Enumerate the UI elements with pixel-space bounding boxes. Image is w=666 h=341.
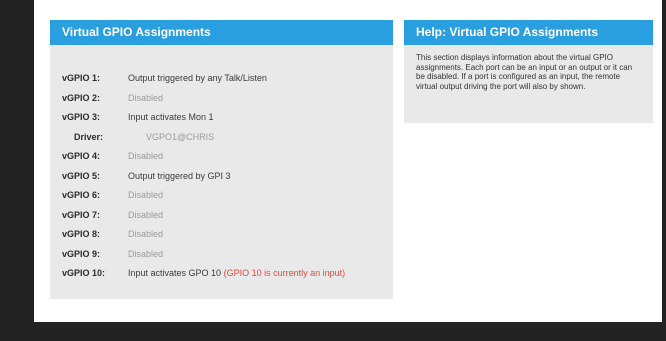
vgpio-row-10: vGPIO 10: Input activates GPO 10 (GPIO 1… (50, 264, 393, 284)
help-panel: Help: Virtual GPIO Assignments This sect… (404, 20, 653, 123)
vgpio-value: Disabled (128, 248, 164, 259)
vgpio-row-2: vGPIO 2: Disabled (50, 89, 393, 109)
vgpio-value-text: Input activates GPO 10 (128, 268, 222, 278)
vgpio-value: Disabled (128, 92, 164, 103)
vgpio-label: vGPIO 3: (62, 112, 101, 122)
vgpio-label: vGPIO 10: (62, 268, 106, 278)
vgpio-assignments-title: Virtual GPIO Assignments (50, 20, 393, 45)
vgpio-row-8: vGPIO 8: Disabled (50, 225, 393, 245)
vgpio-row-7: vGPIO 7: Disabled (50, 206, 393, 226)
vgpio-value: Output triggered by any Talk/Listen (128, 73, 267, 83)
vgpio-label: vGPIO 4: (62, 151, 101, 161)
driver-label: Driver: (74, 131, 104, 142)
vgpio-value: Disabled (128, 151, 164, 161)
vgpio-assignments-panel: Virtual GPIO Assignments vGPIO 1: Output… (50, 20, 393, 299)
driver-value: VGPO1@CHRIS (146, 131, 215, 142)
content-page: Virtual GPIO Assignments vGPIO 1: Output… (34, 0, 662, 322)
vgpio-label: vGPIO 1: (62, 73, 101, 83)
vgpio-value: Disabled (128, 209, 164, 220)
vgpio-row-6: vGPIO 6: Disabled (50, 186, 393, 206)
vgpio-driver-row: Driver: VGPO1@CHRIS (50, 128, 393, 148)
help-text: This section displays information about … (416, 53, 633, 91)
vgpio-label: vGPIO 6: (62, 190, 101, 200)
vgpio-value: Disabled (128, 190, 164, 200)
vgpio-row-3: vGPIO 3: Input activates Mon 1 (50, 108, 393, 128)
gpio-input-warning: (GPIO 10 is currently an input) (223, 268, 346, 278)
vgpio-label: vGPIO 8: (62, 229, 101, 239)
vgpio-row-4: vGPIO 4: Disabled (50, 147, 393, 167)
vgpio-row-9: vGPIO 9: Disabled (50, 245, 393, 265)
help-title: Help: Virtual GPIO Assignments (404, 20, 653, 45)
vgpio-label: vGPIO 9: (62, 248, 101, 259)
vgpio-row-1: vGPIO 1: Output triggered by any Talk/Li… (50, 69, 393, 89)
vgpio-label: vGPIO 7: (62, 209, 101, 220)
vgpio-value: Input activates Mon 1 (128, 112, 214, 122)
vgpio-row-5: vGPIO 5: Output triggered by GPI 3 (50, 167, 393, 187)
vgpio-value: Output triggered by GPI 3 (128, 170, 231, 181)
vgpio-label: vGPIO 2: (62, 92, 101, 103)
vgpio-value: Input activates GPO 10 (GPIO 10 is curre… (128, 264, 345, 284)
vgpio-list: vGPIO 1: Output triggered by any Talk/Li… (50, 69, 393, 284)
vgpio-label: vGPIO 5: (62, 170, 101, 181)
vgpio-value: Disabled (128, 229, 164, 239)
